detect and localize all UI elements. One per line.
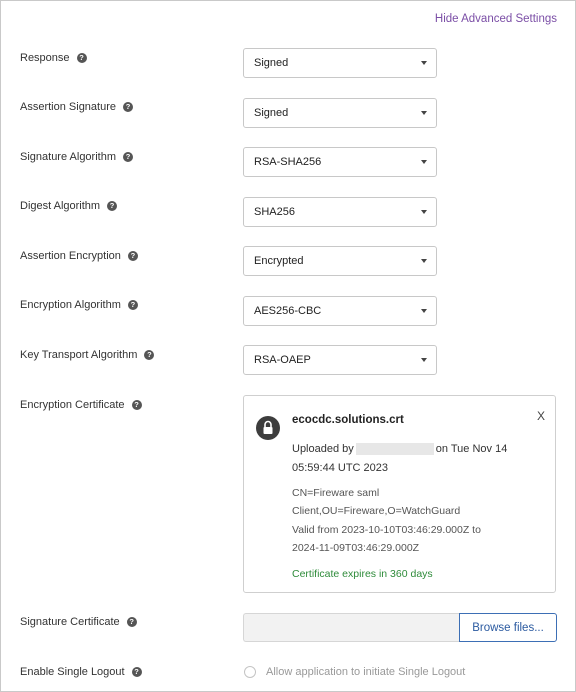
chevron-down-icon [421, 160, 427, 164]
browse-files-button[interactable]: Browse files... [459, 613, 557, 642]
signature-algorithm-label: Signature Algorithm ? [20, 151, 133, 163]
uploaded-prefix: Uploaded by [292, 443, 354, 455]
cert-subject-line-1: CN=Fireware saml [292, 487, 380, 499]
uploaded-time: 05:59:44 UTC 2023 [292, 462, 389, 474]
cert-validity-line-1: Valid from 2023-10-10T03:46:29.000Z to [292, 524, 481, 536]
help-icon[interactable]: ? [123, 152, 133, 162]
signature-certificate-file-field[interactable] [243, 613, 459, 642]
help-icon[interactable]: ? [127, 300, 138, 310]
select-value: AES256-CBC [254, 305, 322, 317]
field-label: Signature Algorithm [20, 151, 116, 163]
chevron-down-icon [421, 309, 427, 313]
help-icon[interactable]: ? [131, 667, 142, 677]
select-value: SHA256 [254, 206, 295, 218]
select-value: Signed [254, 107, 289, 119]
redacted-user [355, 443, 434, 456]
help-icon[interactable]: ? [126, 617, 137, 627]
field-label: Signature Certificate [20, 616, 120, 628]
help-icon[interactable]: ? [76, 53, 87, 63]
help-icon[interactable]: ? [123, 102, 133, 112]
chevron-down-icon [421, 358, 427, 362]
uploaded-suffix: on Tue Nov 14 [435, 443, 508, 455]
encryption-certificate-label: Encryption Certificate ? [20, 399, 142, 411]
signature-certificate-label: Signature Certificate ? [20, 616, 137, 628]
single-logout-checkbox[interactable] [244, 666, 256, 678]
single-logout-checkbox-label: Allow application to initiate Single Log… [266, 666, 466, 678]
help-icon[interactable]: ? [107, 201, 118, 211]
encryption-algorithm-select[interactable]: AES256-CBC [243, 296, 437, 326]
help-icon[interactable]: ? [131, 400, 142, 410]
chevron-down-icon [421, 259, 427, 263]
field-label: Encryption Certificate [20, 399, 125, 411]
chevron-down-icon [421, 61, 427, 65]
select-value: RSA-SHA256 [254, 156, 322, 168]
assertion-encryption-label: Assertion Encryption ? [20, 250, 138, 262]
assertion-signature-label: Assertion Signature ? [20, 101, 133, 113]
response-select[interactable]: Signed [243, 48, 437, 78]
certificate-filename: ecocdc.solutions.crt [292, 414, 404, 426]
select-value: RSA-OAEP [254, 354, 311, 366]
chevron-down-icon [421, 111, 427, 115]
uploaded-by-line: Uploaded by on Tue Nov 14 [292, 443, 508, 456]
field-label: Assertion Encryption [20, 250, 121, 262]
field-label: Enable Single Logout [20, 666, 125, 678]
remove-certificate-button[interactable]: X [537, 409, 545, 423]
select-value: Signed [254, 57, 289, 69]
field-label: Encryption Algorithm [20, 299, 121, 311]
cert-validity-line-2: 2024-11-09T03:46:29.000Z [292, 542, 420, 554]
encryption-algorithm-label: Encryption Algorithm ? [20, 299, 138, 311]
chevron-down-icon [421, 210, 427, 214]
help-icon[interactable]: ? [144, 350, 155, 360]
hide-advanced-settings-link[interactable]: Hide Advanced Settings [435, 13, 557, 25]
enable-single-logout-label: Enable Single Logout ? [20, 666, 142, 678]
assertion-encryption-select[interactable]: Encrypted [243, 246, 437, 276]
field-label: Response [20, 52, 70, 64]
digest-algorithm-select[interactable]: SHA256 [243, 197, 437, 227]
lock-icon [256, 416, 280, 440]
assertion-signature-select[interactable]: Signed [243, 98, 437, 128]
select-value: Encrypted [254, 255, 304, 267]
key-transport-algorithm-select[interactable]: RSA-OAEP [243, 345, 437, 375]
field-label: Key Transport Algorithm [20, 349, 138, 361]
help-icon[interactable]: ? [127, 251, 138, 261]
digest-algorithm-label: Digest Algorithm ? [20, 200, 118, 212]
encryption-certificate-card: ecocdc.solutions.crt X Uploaded by on Tue… [243, 395, 556, 593]
key-transport-algorithm-label: Key Transport Algorithm ? [20, 349, 155, 361]
cert-expiry-status: Certificate expires in 360 days [292, 568, 433, 580]
field-label: Assertion Signature [20, 101, 116, 113]
field-label: Digest Algorithm [20, 200, 101, 212]
signature-algorithm-select[interactable]: RSA-SHA256 [243, 147, 437, 177]
response-label: Response ? [20, 52, 87, 64]
cert-subject-line-2: Client,OU=Fireware,O=WatchGuard [292, 505, 461, 517]
